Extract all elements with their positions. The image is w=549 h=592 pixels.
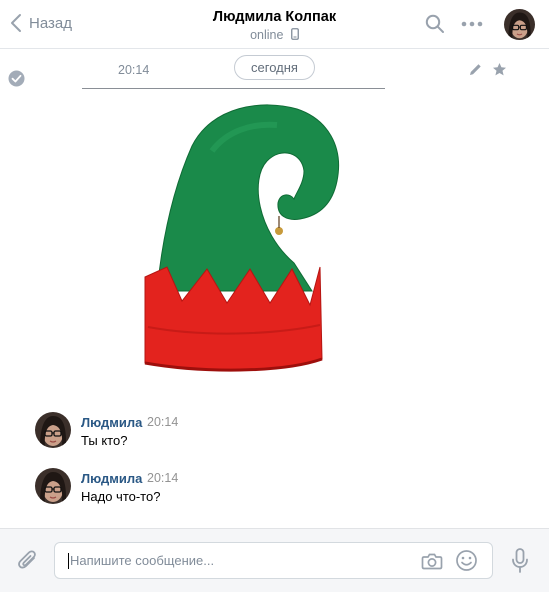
message-text: Надо что-то?	[81, 489, 161, 504]
photo-attachment[interactable]	[82, 91, 385, 387]
message-input[interactable]: Напишите сообщение...	[54, 542, 493, 579]
message-composer: Напишите сообщение...	[0, 528, 549, 592]
chat-header: Назад Людмила Колпак online	[0, 0, 549, 49]
camera-icon[interactable]	[421, 550, 443, 572]
phone-icon	[291, 28, 299, 40]
online-status: online	[250, 28, 284, 42]
microphone-icon[interactable]	[511, 548, 529, 574]
chat-status: online	[0, 28, 549, 42]
text-cursor	[68, 553, 69, 569]
message-text: Ты кто?	[81, 433, 128, 448]
avatar-image	[35, 412, 71, 448]
author-avatar[interactable]	[35, 412, 71, 448]
message-feed[interactable]: 20:14 сегодня Людмила 20:14 Ты кто? Людм…	[0, 50, 549, 528]
more-icon[interactable]	[461, 21, 483, 27]
message-item[interactable]: Людмила 20:14 Надо что-то?	[35, 468, 515, 508]
message-time: 20:14	[147, 471, 179, 485]
message-input-placeholder: Напишите сообщение...	[70, 553, 215, 568]
author-name[interactable]: Людмила	[81, 415, 142, 430]
message-time: 20:14	[118, 63, 150, 77]
contact-avatar[interactable]	[504, 9, 535, 40]
date-divider: сегодня	[234, 55, 315, 80]
avatar-image	[504, 9, 535, 40]
check-circle-icon[interactable]	[8, 70, 25, 87]
avatar-image	[35, 468, 71, 504]
date-divider-line	[82, 88, 385, 89]
author-avatar[interactable]	[35, 468, 71, 504]
paperclip-icon[interactable]	[17, 548, 39, 572]
search-icon[interactable]	[425, 14, 445, 34]
star-icon[interactable]	[492, 62, 507, 77]
message-time: 20:14	[147, 415, 179, 429]
message-item[interactable]: Людмила 20:14 Ты кто?	[35, 412, 515, 452]
pencil-icon[interactable]	[468, 62, 483, 77]
author-name[interactable]: Людмила	[81, 471, 142, 486]
smile-icon[interactable]	[455, 549, 478, 572]
elf-hat-image	[144, 104, 339, 372]
